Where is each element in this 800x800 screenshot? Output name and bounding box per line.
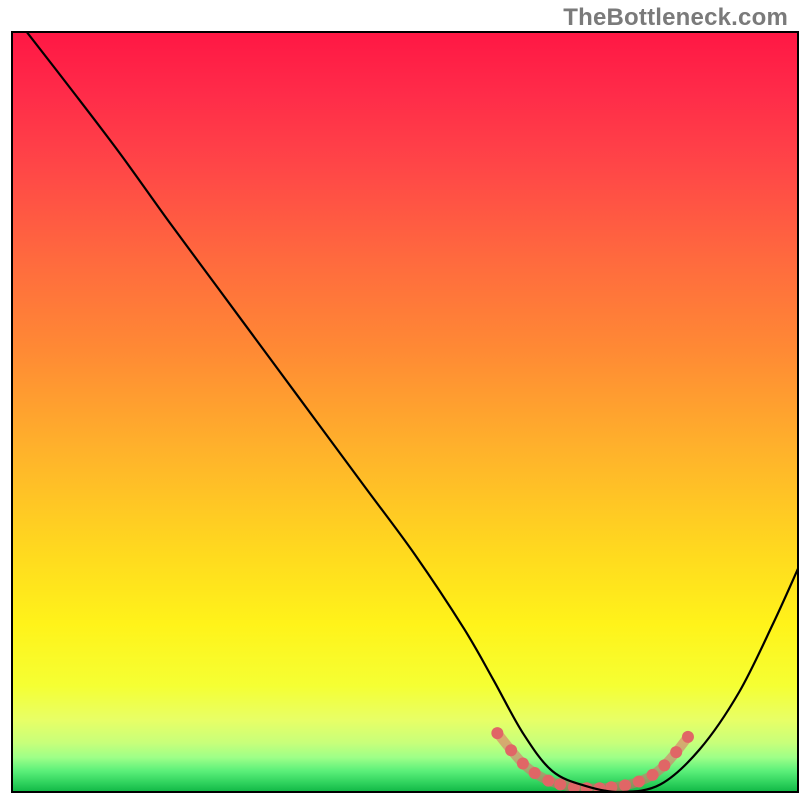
bottleneck-chart: [0, 0, 800, 800]
highlight-marker: [670, 746, 682, 758]
highlight-marker: [517, 758, 529, 770]
watermark-label: TheBottleneck.com: [563, 4, 788, 32]
highlight-marker: [682, 731, 694, 743]
gradient-background: [12, 32, 798, 792]
highlight-marker: [619, 779, 631, 791]
highlight-marker: [647, 769, 659, 781]
highlight-marker: [554, 778, 566, 790]
highlight-marker: [658, 759, 670, 771]
chart-stage: TheBottleneck.com: [0, 0, 800, 800]
highlight-marker: [505, 744, 517, 756]
highlight-marker: [529, 767, 541, 779]
highlight-marker: [633, 776, 645, 788]
highlight-marker: [542, 775, 554, 787]
highlight-marker: [491, 727, 503, 739]
